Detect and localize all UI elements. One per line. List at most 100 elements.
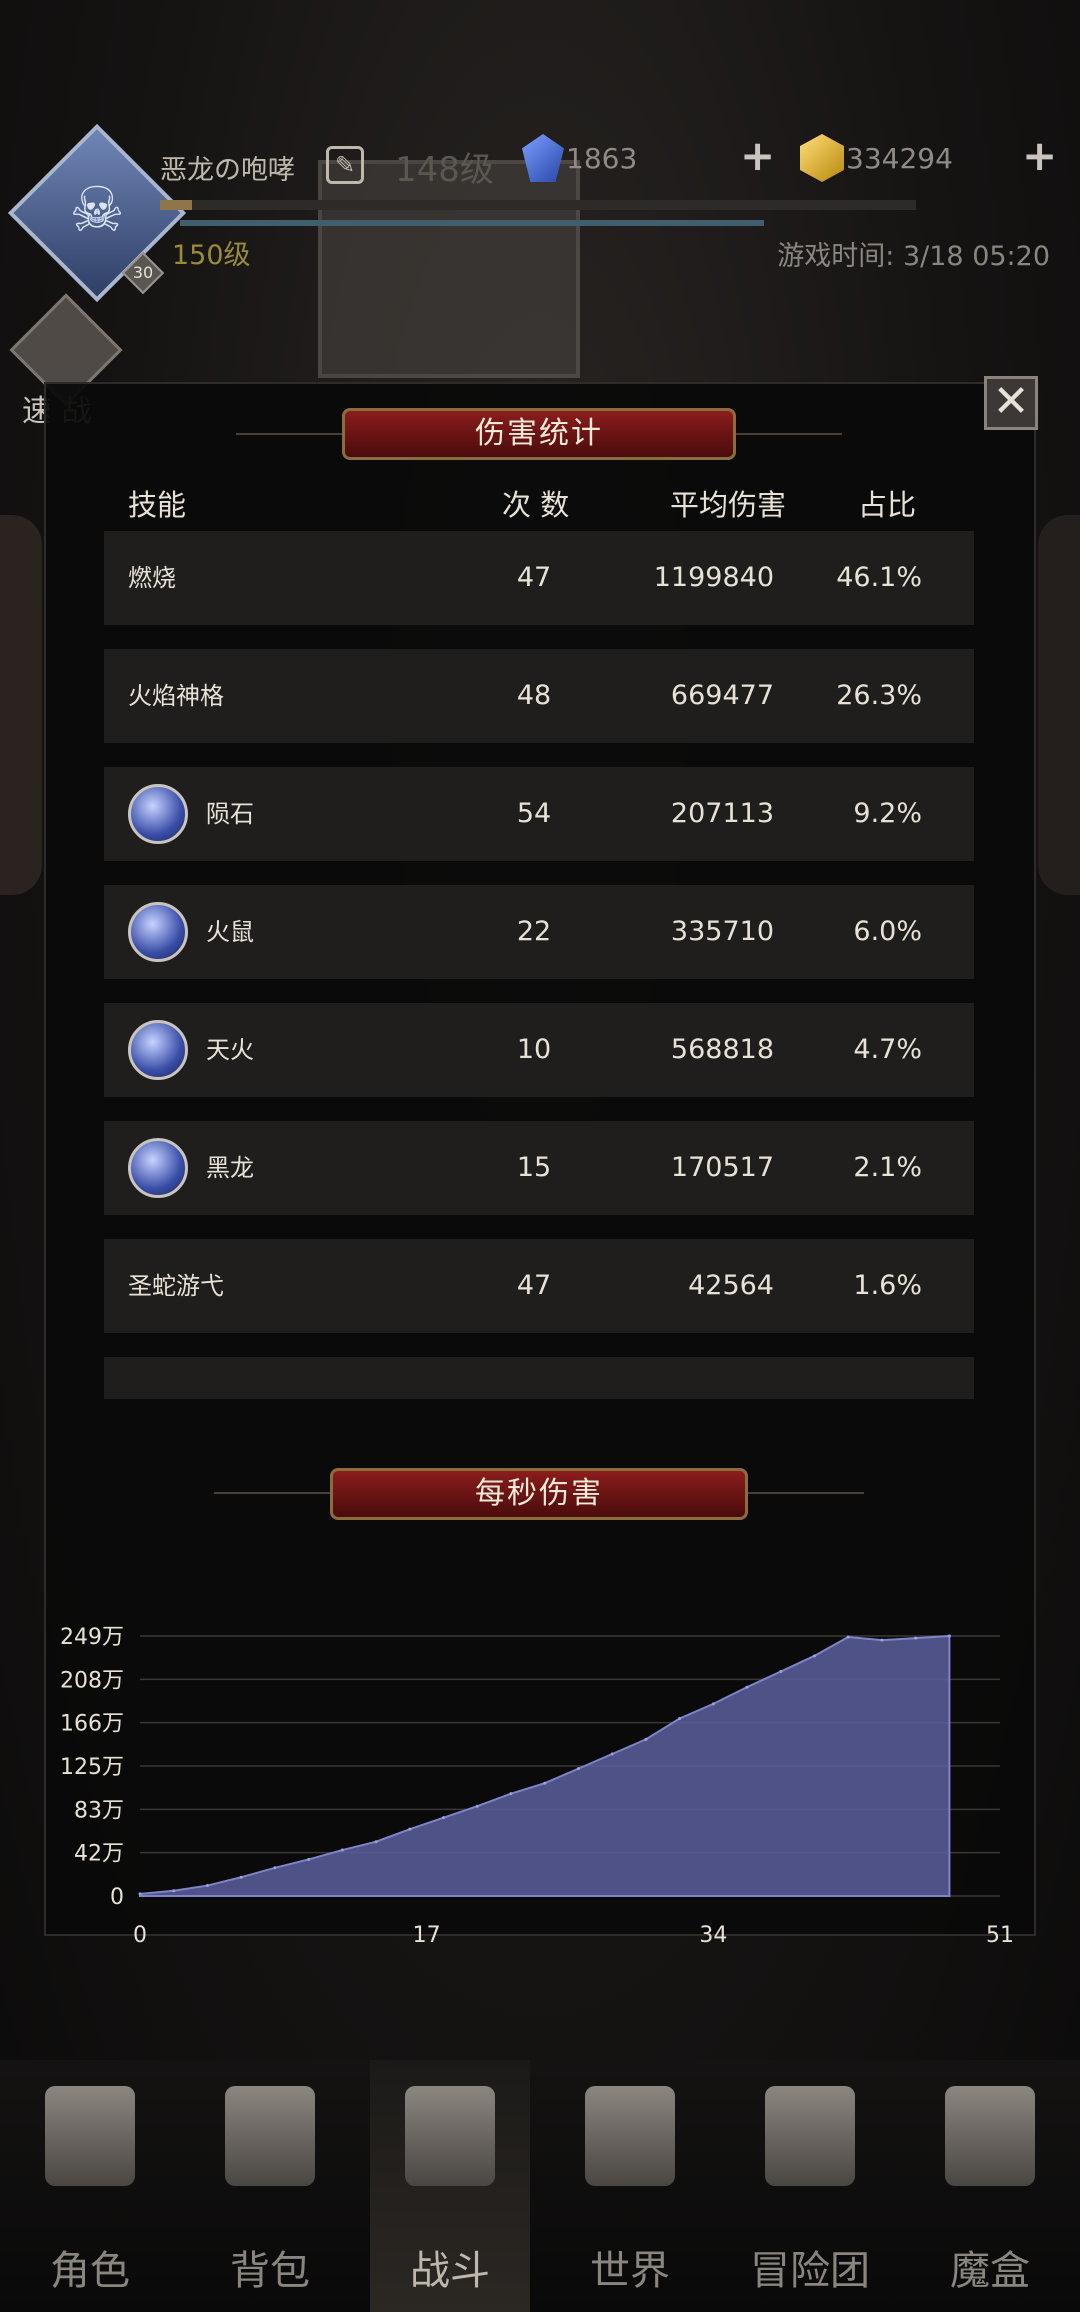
average-damage: 669477 <box>670 680 774 711</box>
dps-point <box>340 1848 344 1852</box>
dps-point <box>374 1840 378 1844</box>
damage-percent: 46.1% <box>836 562 922 593</box>
nav-label: 魔盒 <box>950 2248 1030 2294</box>
close-button[interactable]: ✕ <box>984 376 1038 430</box>
hit-count: 47 <box>516 1270 552 1301</box>
title-divider-left <box>236 433 342 435</box>
adventure-castle-icon <box>765 2086 855 2186</box>
column-header-count: 次 数 <box>502 488 570 522</box>
add-gold-button[interactable]: + <box>1022 135 1057 177</box>
dps-title: 每秒伤害 <box>330 1468 748 1520</box>
skill-name: 黑龙 <box>206 1154 254 1182</box>
y-tick-label: 0 <box>110 1885 124 1910</box>
damage-percent: 2.1% <box>853 1152 922 1183</box>
y-tick-label: 208万 <box>60 1668 124 1693</box>
nav-item-world[interactable]: 世界 <box>540 2060 720 2312</box>
table-row: 火鼠 22 335710 6.0% <box>104 885 974 979</box>
edit-name-icon[interactable]: ✎ <box>326 146 364 184</box>
damage-percent: 4.7% <box>853 1034 922 1065</box>
faded-level-text: 148级 <box>395 150 494 190</box>
magic-box-icon <box>945 2086 1035 2186</box>
skill-name: 天火 <box>206 1036 254 1064</box>
dps-point <box>172 1889 176 1893</box>
meteor-icon <box>128 784 188 844</box>
skill-name: 陨石 <box>206 800 254 828</box>
nav-item-adventure[interactable]: 冒险团 <box>720 2060 900 2312</box>
player-name: 恶龙の咆哮 <box>160 155 295 186</box>
dps-point <box>543 1781 547 1785</box>
dragon-skull-icon: ☠ <box>69 173 125 246</box>
average-damage: 335710 <box>670 916 774 947</box>
table-row: 火焰神格 48 669477 26.3% <box>104 649 974 743</box>
skill-name: 圣蛇游弋 <box>128 1272 224 1300</box>
dps-point <box>914 1636 918 1640</box>
damage-percent: 26.3% <box>836 680 922 711</box>
gold-count: 334294 <box>846 142 953 175</box>
sky-fire-icon <box>128 1020 188 1080</box>
dps-title-divider-left <box>214 1492 330 1494</box>
dps-title-divider-right <box>748 1492 864 1494</box>
dps-point <box>138 1892 142 1896</box>
average-damage: 42564 <box>688 1270 774 1301</box>
dps-point <box>779 1670 783 1674</box>
y-tick-label: 249万 <box>60 1625 124 1650</box>
dps-point <box>947 1634 951 1638</box>
table-row: 圣蛇游弋 47 42564 1.6% <box>104 1239 974 1333</box>
table-row: 燃烧 47 1199840 46.1% <box>104 531 974 625</box>
dps-point <box>644 1737 648 1741</box>
dps-point <box>509 1792 513 1796</box>
dps-point <box>475 1804 479 1808</box>
damage-percent: 9.2% <box>853 798 922 829</box>
hit-count: 22 <box>516 916 552 947</box>
gem-count: 1863 <box>566 142 638 175</box>
table-row: 陨石 54 207113 9.2% <box>104 767 974 861</box>
experience-bar-fill <box>160 200 192 210</box>
background-right-panel <box>1038 515 1080 895</box>
black-dragon-icon <box>128 1138 188 1198</box>
game-time: 游戏时间: 3/18 05:20 <box>777 241 1050 272</box>
status-bar <box>180 220 764 226</box>
add-gems-button[interactable]: + <box>740 135 775 177</box>
title-divider-right <box>736 433 842 435</box>
dps-point <box>678 1716 682 1720</box>
hit-count: 10 <box>516 1034 552 1065</box>
average-damage: 1199840 <box>653 562 774 593</box>
battle-shield-icon <box>405 2086 495 2186</box>
dps-chart: 0 42万 83万 125万 166万 208万 249万 0 17 34 51 <box>60 1625 1014 1948</box>
nav-item-character[interactable]: 角色 <box>0 2060 180 2312</box>
player-level: 150级 <box>172 240 251 271</box>
dps-point <box>610 1752 614 1756</box>
dps-point <box>576 1767 580 1771</box>
backpack-icon <box>225 2086 315 2186</box>
dps-point <box>205 1884 209 1888</box>
dps-point <box>813 1654 817 1658</box>
x-tick-label: 17 <box>413 1923 441 1948</box>
nav-item-battle[interactable]: 战斗 <box>360 2060 540 2312</box>
background-sketch-card <box>318 160 580 378</box>
background-left-panel <box>0 515 42 895</box>
column-header-skill: 技能 <box>128 488 187 522</box>
hit-count: 54 <box>516 798 552 829</box>
hit-count: 47 <box>516 562 552 593</box>
hit-count: 15 <box>516 1152 552 1183</box>
hit-count: 48 <box>516 680 552 711</box>
nav-item-backpack[interactable]: 背包 <box>180 2060 360 2312</box>
y-tick-label: 42万 <box>74 1842 124 1867</box>
dps-point <box>711 1702 715 1706</box>
character-helmet-icon <box>45 2086 135 2186</box>
damage-stats-title: 伤害统计 <box>342 408 736 460</box>
dps-point <box>880 1638 884 1642</box>
nav-item-magic-box[interactable]: 魔盒 <box>900 2060 1080 2312</box>
column-header-percent: 占比 <box>858 488 917 522</box>
dps-point <box>442 1816 446 1820</box>
world-map-icon <box>585 2086 675 2186</box>
x-tick-label: 34 <box>699 1923 727 1948</box>
table-row: 天火 10 568818 4.7% <box>104 1003 974 1097</box>
column-header-avg-damage: 平均伤害 <box>670 488 787 522</box>
x-tick-label: 51 <box>986 1923 1014 1948</box>
y-tick-label: 125万 <box>60 1755 124 1780</box>
nav-label: 冒险团 <box>750 2248 870 2294</box>
average-damage: 568818 <box>670 1034 774 1065</box>
average-damage: 207113 <box>670 798 774 829</box>
nav-label: 角色 <box>50 2248 130 2294</box>
